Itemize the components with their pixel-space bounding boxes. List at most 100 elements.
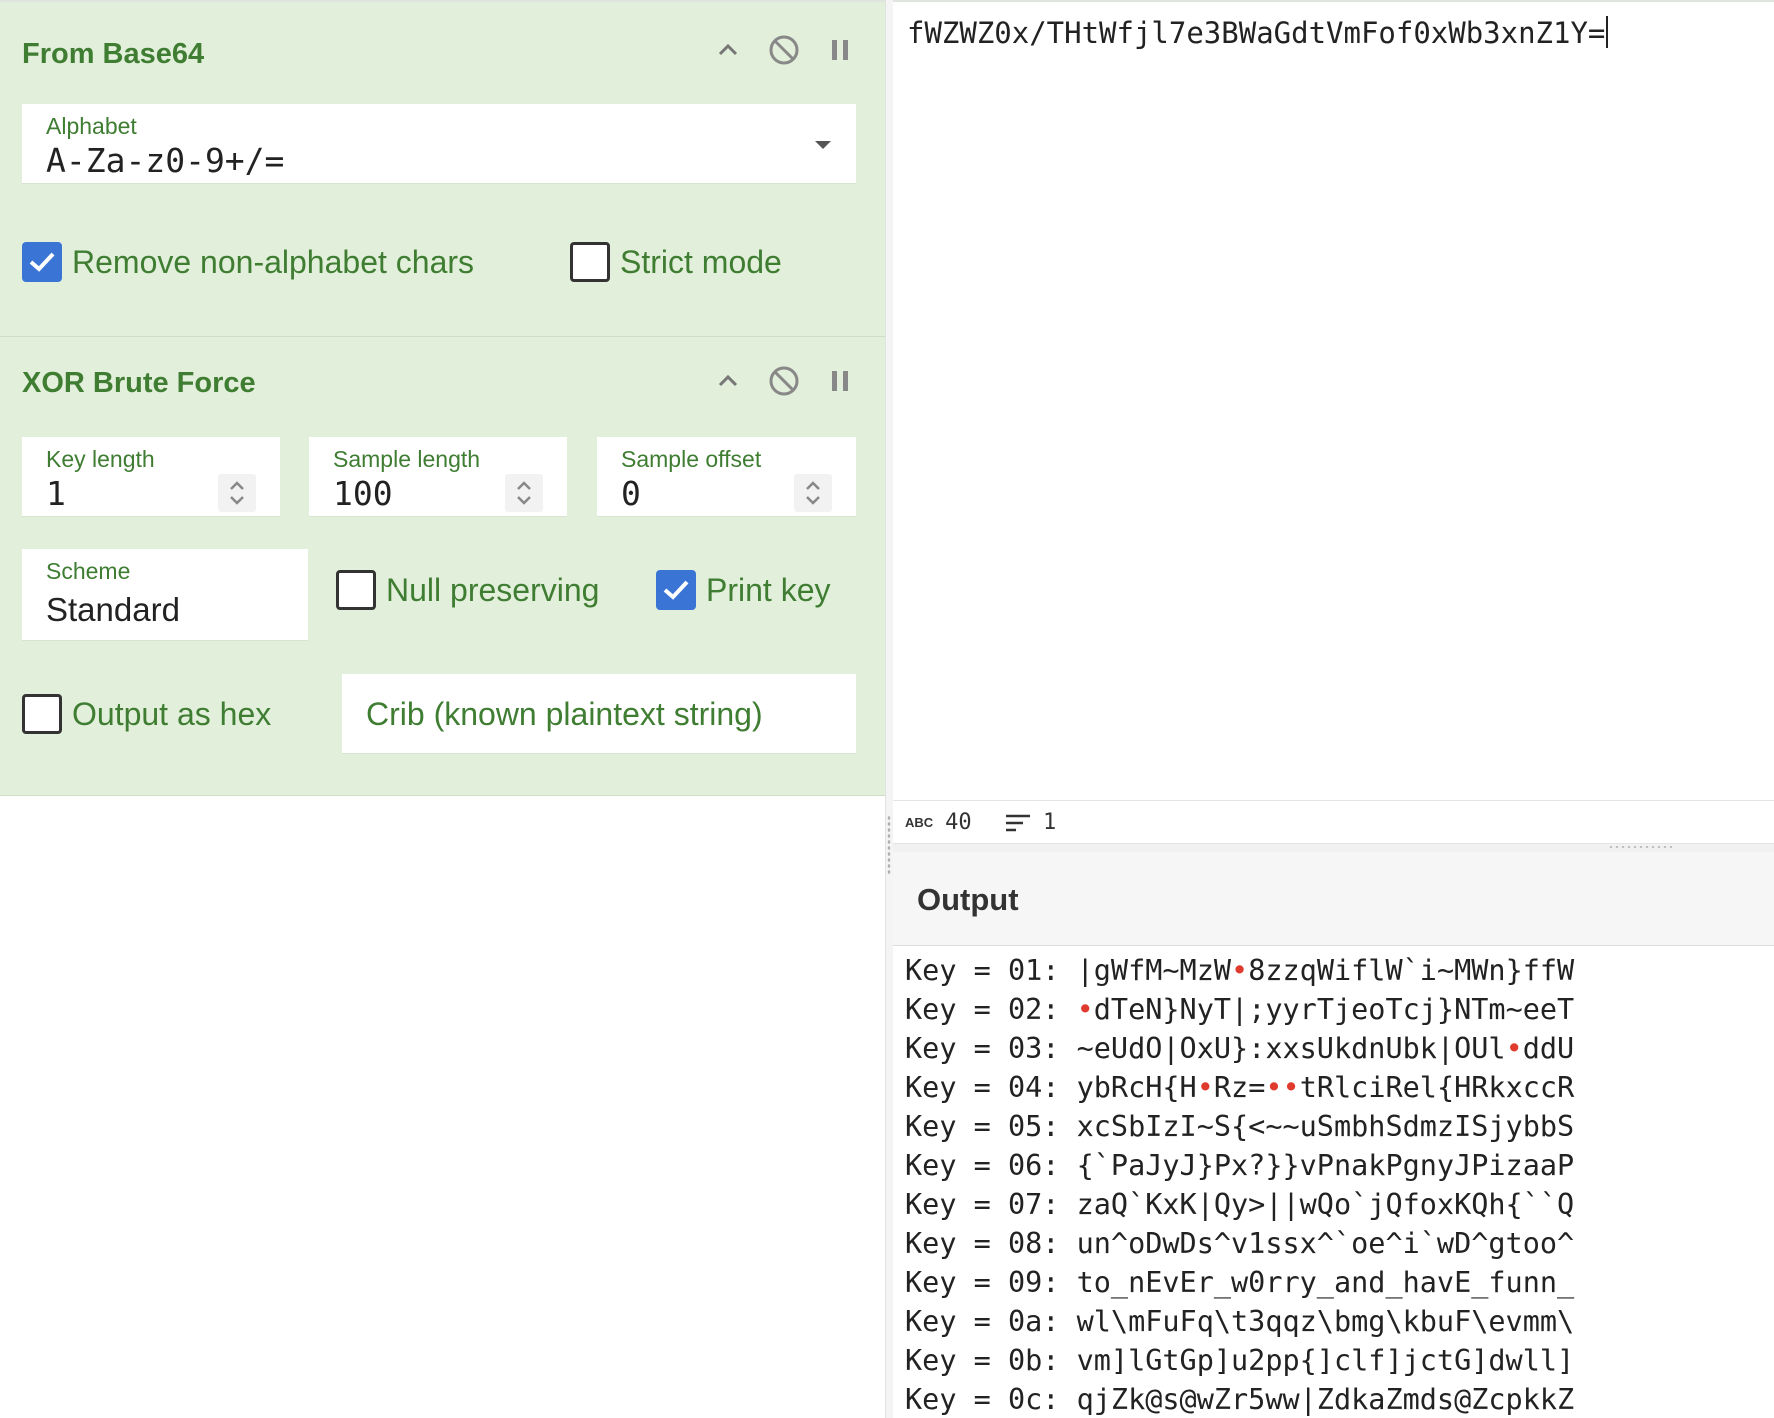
output-key-prefix: Key = 04: bbox=[905, 1071, 1077, 1104]
recipe-panel: From Base64 Alphabet A-Za-z0-9+/= Remove… bbox=[0, 0, 885, 1418]
output-title: Output bbox=[917, 882, 1019, 917]
caret-down-icon bbox=[815, 141, 831, 149]
disable-icon bbox=[769, 35, 799, 65]
disable-button[interactable] bbox=[756, 363, 812, 399]
operation-controls bbox=[700, 32, 868, 68]
input-value: fWZWZ0x/THtWfjl7e3BWaGdtVmFof0xWb3xnZ1Y= bbox=[907, 16, 1606, 50]
output-text: Rz= bbox=[1213, 1071, 1266, 1104]
remove-non-alphabet-checkbox[interactable]: Remove non-alphabet chars bbox=[22, 242, 474, 282]
chevron-up-icon bbox=[718, 43, 738, 56]
scheme-select[interactable]: Scheme Standard bbox=[22, 549, 308, 641]
output-text: zaQ`KxK|Qy>||wQo`jQfoxKQh{``Q bbox=[1076, 1188, 1575, 1221]
key-length-label: Key length bbox=[46, 446, 155, 472]
sample-offset-value: 0 bbox=[621, 474, 641, 513]
control-char-marker: • bbox=[1076, 993, 1094, 1026]
checkbox-checked-icon bbox=[22, 242, 62, 282]
pause-icon bbox=[832, 40, 848, 60]
checkbox-unchecked-icon bbox=[22, 694, 62, 734]
collapse-button[interactable] bbox=[700, 32, 756, 68]
checkbox-checked-icon bbox=[656, 570, 696, 610]
sample-length-value: 100 bbox=[333, 474, 393, 513]
control-char-marker: • bbox=[1196, 1071, 1214, 1104]
output-key-prefix: Key = 03: bbox=[905, 1032, 1077, 1065]
output-line: Key = 09: to_nEvEr_w0rry_and_havE_funn_ bbox=[905, 1266, 1574, 1299]
output-key-prefix: Key = 05: bbox=[905, 1110, 1077, 1143]
sample-offset-label: Sample offset bbox=[621, 446, 762, 472]
length-value: 40 bbox=[945, 810, 972, 835]
lines-icon bbox=[1006, 814, 1030, 831]
resize-grip-icon[interactable] bbox=[1608, 845, 1672, 849]
lines-value: 1 bbox=[1043, 810, 1057, 835]
output-as-hex-label: Output as hex bbox=[72, 695, 272, 732]
output-key-prefix: Key = 09: bbox=[905, 1266, 1077, 1299]
input-textarea[interactable]: fWZWZ0x/THtWfjl7e3BWaGdtVmFof0xWb3xnZ1Y= bbox=[907, 16, 1609, 50]
operation-title: XOR Brute Force bbox=[22, 367, 256, 399]
output-key-prefix: Key = 0b: bbox=[905, 1344, 1077, 1377]
disable-icon bbox=[769, 366, 799, 396]
output-line: Key = 02: •dTeN}NyT|;yyrTjeoTcj}NTm~eeT bbox=[905, 993, 1574, 1026]
alphabet-value: A-Za-z0-9+/= bbox=[46, 141, 285, 180]
pause-icon bbox=[832, 371, 848, 391]
pane-divider[interactable] bbox=[885, 0, 893, 1418]
output-line: Key = 06: {`PaJyJ}Px?}}vPnakPgnyJPizaaP bbox=[905, 1149, 1574, 1182]
checkbox-unchecked-icon bbox=[570, 242, 610, 282]
breakpoint-button[interactable] bbox=[812, 363, 868, 399]
output-text: ~eUdO|OxU}:xxsUkdnUbk|OUl bbox=[1076, 1032, 1506, 1065]
output-pane[interactable]: Key = 01: |gWfM~MzW•8zzqWiflW`i~MWn}ffW K… bbox=[893, 946, 1774, 1418]
strict-mode-checkbox[interactable]: Strict mode bbox=[570, 242, 782, 282]
input-pane[interactable]: fWZWZ0x/THtWfjl7e3BWaGdtVmFof0xWb3xnZ1Y= bbox=[893, 0, 1774, 800]
sample-length-field[interactable]: Sample length 100 bbox=[309, 437, 567, 517]
chevron-up-icon bbox=[718, 374, 738, 387]
output-text: un^oDwDs^v1ssx^`oe^i`wD^gtoo^ bbox=[1076, 1227, 1575, 1260]
resize-grip-icon[interactable] bbox=[887, 815, 891, 875]
print-key-checkbox[interactable]: Print key bbox=[656, 570, 830, 610]
crib-placeholder: Crib (known plaintext string) bbox=[366, 696, 763, 732]
remove-non-alphabet-label: Remove non-alphabet chars bbox=[72, 243, 475, 280]
output-text: xcSbIzI~S{<~~uSmbhSdmzISjybbS bbox=[1076, 1110, 1575, 1143]
null-preserving-checkbox[interactable]: Null preserving bbox=[336, 570, 599, 610]
output-as-hex-checkbox[interactable]: Output as hex bbox=[22, 694, 271, 734]
key-length-field[interactable]: Key length 1 bbox=[22, 437, 280, 517]
output-text: 8zzqWiflW`i~MWn}ffW bbox=[1248, 954, 1575, 987]
strict-mode-label: Strict mode bbox=[620, 243, 782, 280]
output-text: to_nEvEr_w0rry_and_havE_funn_ bbox=[1076, 1266, 1575, 1299]
output-text: {`PaJyJ}Px?}}vPnakPgnyJPizaaP bbox=[1076, 1149, 1575, 1182]
operation-from-base64: From Base64 Alphabet A-Za-z0-9+/= Remove… bbox=[0, 0, 885, 337]
control-char-marker: • bbox=[1505, 1032, 1523, 1065]
output-line: Key = 08: un^oDwDs^v1ssx^`oe^i`wD^gtoo^ bbox=[905, 1227, 1574, 1260]
output-text: ddU bbox=[1522, 1032, 1575, 1065]
scheme-label: Scheme bbox=[46, 558, 131, 584]
output-line: Key = 0a: wl\mFuFq\t3qqz\bmg\kbuF\evmm\ bbox=[905, 1305, 1574, 1338]
output-line: Key = 01: |gWfM~MzW•8zzqWiflW`i~MWn}ffW bbox=[905, 954, 1574, 987]
crib-input[interactable]: Crib (known plaintext string) bbox=[342, 674, 856, 754]
spinner-arrows-icon[interactable] bbox=[505, 474, 543, 512]
sample-offset-field[interactable]: Sample offset 0 bbox=[597, 437, 856, 517]
output-key-prefix: Key = 0c: bbox=[905, 1383, 1077, 1416]
abc-icon: ABC bbox=[905, 815, 934, 830]
output-line: Key = 0b: vm]lGtGp]u2pp{]clf]jctG]dwll] bbox=[905, 1344, 1574, 1377]
operation-controls bbox=[700, 363, 868, 399]
output-text: vm]lGtGp]u2pp{]clf]jctG]dwll] bbox=[1076, 1344, 1575, 1377]
alphabet-select[interactable]: Alphabet A-Za-z0-9+/= bbox=[22, 104, 856, 184]
output-text: wl\mFuFq\t3qqz\bmg\kbuF\evmm\ bbox=[1076, 1305, 1575, 1338]
disable-button[interactable] bbox=[756, 32, 812, 68]
breakpoint-button[interactable] bbox=[812, 32, 868, 68]
key-length-value: 1 bbox=[46, 474, 66, 513]
output-line: Key = 03: ~eUdO|OxU}:xxsUkdnUbk|OUl•ddU bbox=[905, 1032, 1574, 1065]
sample-length-label: Sample length bbox=[333, 446, 481, 472]
output-key-prefix: Key = 0a: bbox=[905, 1305, 1077, 1338]
operation-title: From Base64 bbox=[22, 38, 205, 70]
output-key-prefix: Key = 08: bbox=[905, 1227, 1077, 1260]
output-line: Key = 05: xcSbIzI~S{<~~uSmbhSdmzISjybbS bbox=[905, 1110, 1574, 1143]
output-header: Output bbox=[893, 852, 1774, 946]
spinner-arrows-icon[interactable] bbox=[794, 474, 832, 512]
output-text: |gWfM~MzW bbox=[1076, 954, 1232, 987]
checkbox-unchecked-icon bbox=[336, 570, 376, 610]
output-key-prefix: Key = 02: bbox=[905, 993, 1077, 1026]
output-key-prefix: Key = 07: bbox=[905, 1188, 1077, 1221]
control-char-marker: • bbox=[1231, 954, 1249, 987]
spinner-arrows-icon[interactable] bbox=[218, 474, 256, 512]
length-stat: ABC 40 bbox=[905, 810, 972, 835]
output-key-prefix: Key = 01: bbox=[905, 954, 1077, 987]
collapse-button[interactable] bbox=[700, 363, 756, 399]
